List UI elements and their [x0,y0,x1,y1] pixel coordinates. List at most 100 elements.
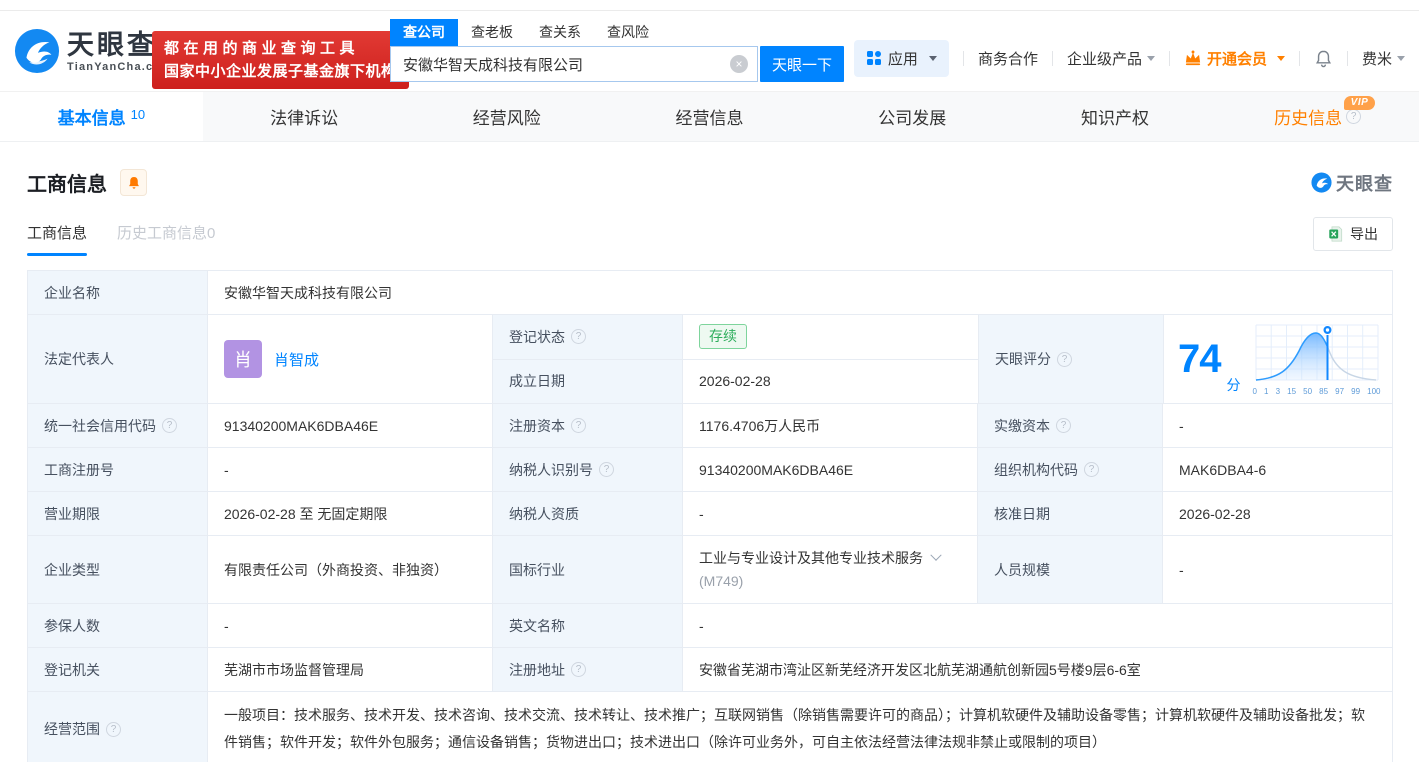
field-paid-capital-label-text: 实缴资本 [994,416,1050,436]
help-icon[interactable]: ? [106,722,121,737]
help-icon[interactable]: ? [162,418,177,433]
tab-history-info[interactable]: 历史信息 ? VIP [1216,92,1419,141]
user-menu[interactable]: 费米 [1362,48,1405,69]
field-industry-value: 工业与专业设计及其他专业技术服务 (M749) [683,536,978,603]
divider [1052,51,1053,66]
nav-enterprise-products-label: 企业级产品 [1067,48,1142,69]
top-divider [0,10,1419,11]
field-approval-date-value: 2026-02-28 [1163,492,1392,535]
axis-tick: 3 [1276,387,1280,396]
field-score-label-text: 天眼评分 [995,349,1051,369]
field-insured-count-label: 参保人数 [28,604,208,647]
score-axis: 0 1 3 15 50 85 97 99 100 [1253,387,1381,396]
field-company-type-value: 有限责任公司（外商投资、非独资） [208,536,493,603]
divider [1169,51,1170,66]
field-reg-capital-value: 1176.4706万人民币 [683,404,978,447]
score-curve [1253,323,1381,383]
open-vip-label: 开通会员 [1207,48,1267,69]
section-head: 工商信息 天眼查 [0,142,1419,197]
legal-rep-link[interactable]: 肖智成 [274,349,319,370]
search-tab-relation[interactable]: 查关系 [526,19,594,46]
table-row: 营业期限 2026-02-28 至 无固定期限 纳税人资质 - 核准日期 202… [28,492,1392,536]
tab-legal-litigation[interactable]: 法律诉讼 [203,92,406,141]
apps-menu-button[interactable]: 应用 [854,40,949,77]
field-reg-status-label-text: 登记状态 [509,327,565,347]
help-icon[interactable]: ? [1346,109,1361,124]
field-industry-label: 国标行业 [493,536,683,603]
subtab-business-info[interactable]: 工商信息 [27,222,87,256]
nav-enterprise-products[interactable]: 企业级产品 [1067,48,1155,69]
legal-rep-avatar[interactable]: 肖 [224,340,262,378]
field-reg-address-value: 安徽省芜湖市湾沚区新芜经济开发区北航芜湖通航创新园5号楼9层6-6室 [683,648,1392,691]
export-label: 导出 [1350,224,1378,244]
help-icon[interactable]: ? [571,329,586,344]
chevron-down-icon[interactable] [930,550,941,561]
table-row: 成立日期 2026-02-28 [493,360,978,404]
tab-basic-info[interactable]: 基本信息 10 [0,92,203,141]
help-icon[interactable]: ? [571,418,586,433]
nav-business-coop[interactable]: 商务合作 [978,48,1038,69]
field-business-scope-label: 经营范围 ? [28,692,208,762]
clear-icon[interactable]: × [730,55,748,73]
bell-icon [127,176,141,190]
status-date-subgrid: 登记状态 ? 存续 成立日期 2026-02-28 [493,315,979,403]
field-business-scope-label-text: 经营范围 [44,719,100,739]
search-tab-boss[interactable]: 查老板 [458,19,526,46]
tab-operating-risk[interactable]: 经营风险 [405,92,608,141]
field-registry-value: 芜湖市市场监督管理局 [208,648,493,691]
table-row: 法定代表人 肖 肖智成 登记状态 ? 存续 成立日期 2026-02-2 [28,315,1392,404]
chevron-down-icon [1147,56,1155,61]
subscribe-bell-button[interactable] [120,169,147,196]
field-reg-address-label-text: 注册地址 [509,660,565,680]
search-input[interactable] [390,46,758,82]
promo-banner: 都在用的商业查询工具 国家中小企业发展子基金旗下机构 [152,31,409,89]
help-icon[interactable]: ? [1056,418,1071,433]
field-insured-count-value: - [208,604,493,647]
tab-basic-info-label: 基本信息 [58,104,126,129]
tab-intellectual-property[interactable]: 知识产权 [1014,92,1217,141]
notifications-button[interactable] [1314,49,1333,68]
search-button[interactable]: 天眼一下 [760,46,844,82]
field-reg-number-value: - [208,448,493,491]
header-nav: 应用 商务合作 企业级产品 开通会员 [854,40,1405,76]
axis-tick: 99 [1351,387,1360,396]
crown-icon [1184,50,1202,66]
search-tab-company[interactable]: 查公司 [390,19,458,46]
table-row: 企业类型 有限责任公司（外商投资、非独资） 国标行业 工业与专业设计及其他专业技… [28,536,1392,604]
axis-tick: 97 [1335,387,1344,396]
export-button[interactable]: 导出 [1313,217,1393,251]
business-info-table: 企业名称 安徽华智天成科技有限公司 法定代表人 肖 肖智成 登记状态 ? 存续 [27,270,1393,762]
site-header: 天眼查 TianYanCha.com 都在用的商业查询工具 国家中小企业发展子基… [0,0,1419,91]
score-unit: 分 [1227,375,1241,395]
tab-company-development[interactable]: 公司发展 [811,92,1014,141]
help-icon[interactable]: ? [1057,352,1072,367]
tab-operating-info[interactable]: 经营信息 [608,92,811,141]
bell-icon [1314,49,1333,68]
tianyancha-watermark-icon [1311,172,1332,193]
field-staff-size-label: 人员规模 [978,536,1163,603]
help-icon[interactable]: ? [599,462,614,477]
field-reg-address-label: 注册地址 ? [493,648,683,691]
field-business-term-value: 2026-02-28 至 无固定期限 [208,492,493,535]
axis-tick: 100 [1367,387,1380,396]
tianyancha-logo[interactable]: 天眼查 TianYanCha.com [14,28,172,74]
axis-tick: 1 [1264,387,1268,396]
field-staff-size-value: - [1163,536,1392,603]
help-icon[interactable]: ? [1084,462,1099,477]
axis-tick: 15 [1287,387,1296,396]
score-value: 74 [1178,339,1221,379]
search-block: 查公司 查老板 查关系 查风险 × 天眼一下 [390,19,844,82]
search-tab-risk[interactable]: 查风险 [594,19,662,46]
watermark-text: 天眼查 [1336,170,1393,196]
subtab-history-business-info[interactable]: 历史工商信息0 [117,222,215,256]
field-taxpayer-id-value: 91340200MAK6DBA46E [683,448,978,491]
field-approval-date-label: 核准日期 [978,492,1163,535]
chevron-down-icon [1397,56,1405,61]
open-vip-button[interactable]: 开通会员 [1184,48,1285,69]
apps-grid-icon [866,50,882,66]
help-icon[interactable]: ? [571,662,586,677]
field-business-scope-value: 一般项目：技术服务、技术开发、技术咨询、技术交流、技术转让、技术推广；互联网销售… [208,692,1392,762]
divider [1299,51,1300,66]
field-paid-capital-value: - [1163,404,1392,447]
field-reg-capital-label: 注册资本 ? [493,404,683,447]
